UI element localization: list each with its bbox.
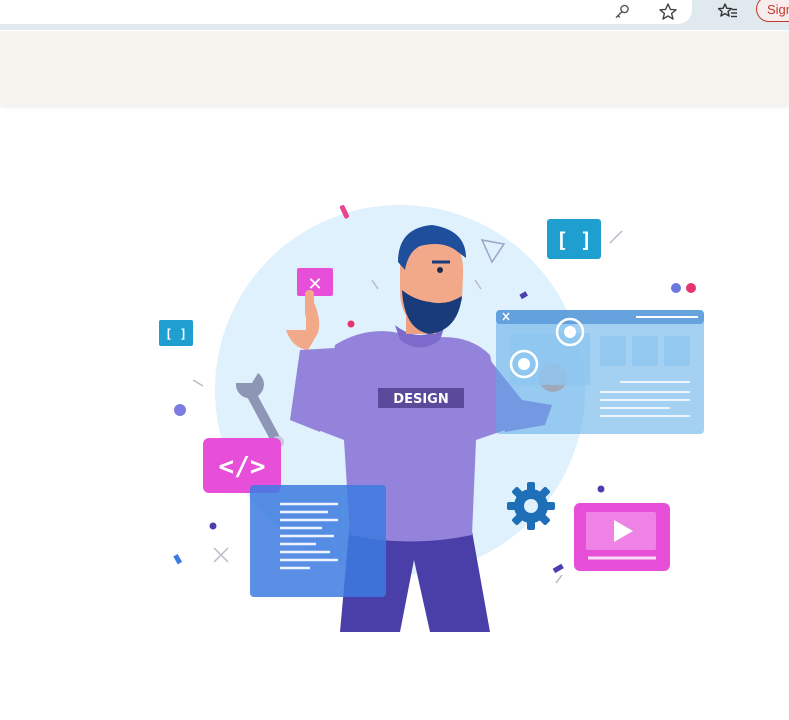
gear-icon <box>507 482 555 530</box>
shirt-text: DESIGN <box>393 392 448 407</box>
dot-red <box>686 283 696 293</box>
code-tag-badge: </> <box>203 438 281 493</box>
close-badge: ✕ <box>297 268 333 296</box>
decor-line-2 <box>192 379 204 387</box>
browser-window-panel <box>496 310 704 434</box>
bracket-large-text: [ ] <box>556 228 592 252</box>
code-tag-text: </> <box>219 452 266 482</box>
dot-blue <box>671 283 681 293</box>
bracket-badge-small: [ ] <box>159 320 193 346</box>
dot-dark <box>209 522 217 530</box>
decor-line <box>609 230 623 244</box>
code-document-panel <box>250 485 386 597</box>
dot-purple <box>174 404 186 416</box>
confetti-dark <box>552 563 564 574</box>
dot-dark-2 <box>597 485 605 493</box>
bracket-small-text: [ ] <box>165 327 187 341</box>
dot-red-small <box>347 320 355 328</box>
x-mark <box>213 547 229 563</box>
video-player-badge <box>574 503 670 571</box>
bracket-badge-large: [ ] <box>547 219 601 259</box>
hero-illustration: [ ] [ ] ✕ DESIGN </> <box>159 205 704 632</box>
confetti-blue <box>173 554 183 565</box>
